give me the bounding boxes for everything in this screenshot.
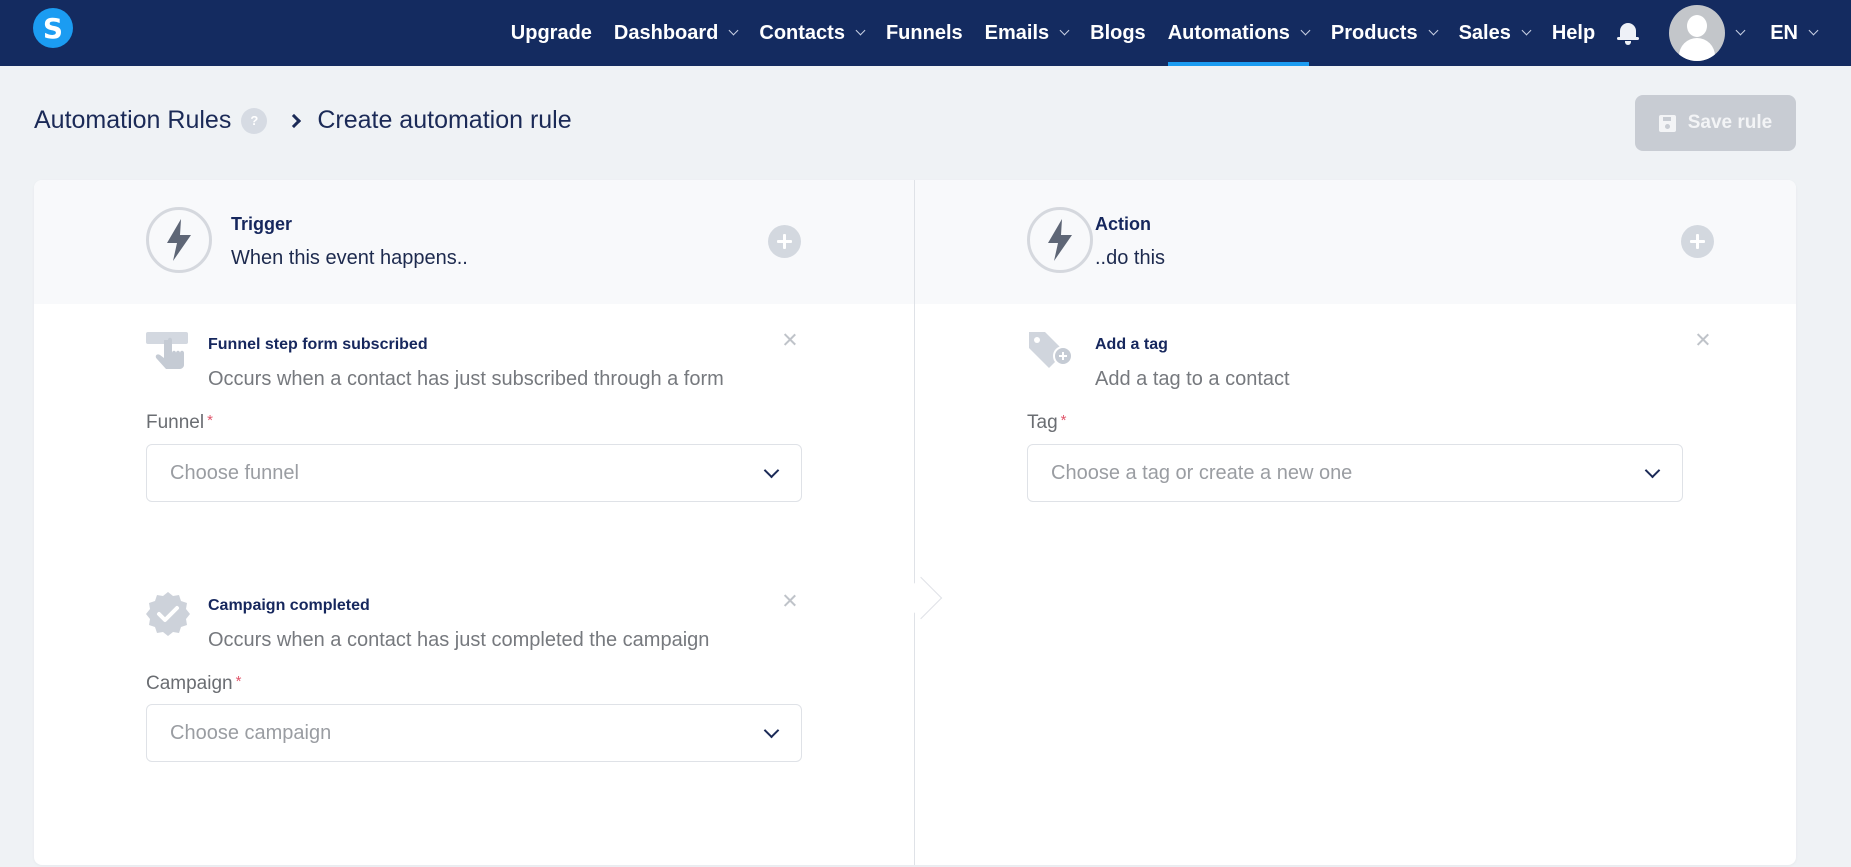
chevron-down-icon [763,722,780,739]
required-marker: * [1060,412,1067,429]
funnel-select[interactable]: Choose funnel [146,444,802,502]
trigger-column: Trigger When this event happens.. Funnel… [34,180,914,865]
trigger-item-title: Campaign completed [208,597,370,614]
help-icon[interactable]: ? [241,107,268,134]
nav-menu: Upgrade Dashboard Contacts Funnels Email… [511,0,1851,66]
nav-item-dashboard[interactable]: Dashboard [613,0,739,66]
chevron-right-icon [287,113,302,128]
required-marker: * [207,412,213,429]
nav-item-help[interactable]: Help [1552,0,1595,66]
chevron-down-icon [1059,25,1070,35]
user-menu[interactable] [1669,5,1746,61]
breadcrumb-parent[interactable]: Automation Rules [34,106,231,135]
breadcrumb: Automation Rules ? Create automation rul… [34,106,572,135]
trigger-item-description: Occurs when a contact has just completed… [208,629,710,651]
tag-label: Tag * [1027,412,1067,433]
save-rule-label: Save rule [1687,112,1773,133]
language-selector[interactable]: EN [1770,0,1819,66]
tag-select-placeholder: Choose a tag or create a new one [1051,461,1353,484]
nav-item-funnels[interactable]: Funnels [886,0,963,66]
trigger-title: Trigger [231,214,293,234]
nav-item-blogs[interactable]: Blogs [1090,0,1146,66]
nav-label: Sales [1458,21,1511,44]
remove-action-icon[interactable] [1695,332,1711,348]
funnel-select-placeholder: Choose funnel [170,461,299,484]
action-title: Action [1095,214,1151,234]
tag-plus-icon [1027,330,1073,374]
campaign-select[interactable]: Choose campaign [146,704,802,762]
add-action-button[interactable] [1681,225,1714,258]
chevron-down-icon [1644,462,1661,479]
add-trigger-button[interactable] [768,225,801,258]
avatar [1669,5,1726,61]
save-rule-button[interactable]: Save rule [1635,95,1796,151]
page-title: Create automation rule [317,106,572,134]
campaign-select-placeholder: Choose campaign [170,721,332,744]
badge-check-icon [146,592,190,636]
remove-trigger-icon[interactable] [782,332,798,348]
nav-item-automations[interactable]: Automations [1167,0,1311,66]
action-item-title: Add a tag [1095,336,1168,353]
nav-item-products[interactable]: Products [1330,0,1439,66]
language-label: EN [1770,21,1798,44]
save-icon [1658,114,1676,132]
required-marker: * [235,673,242,690]
action-column: Action ..do this Add a tag Add a tag to … [915,180,1796,865]
nav-item-emails[interactable]: Emails [984,0,1070,66]
action-item-description: Add a tag to a contact [1095,368,1290,390]
chevron-down-icon [855,25,866,35]
action-subtitle: ..do this [1095,247,1166,269]
nav-label: Emails [984,21,1050,44]
pointer-click-icon [146,330,190,374]
nav-label: Help [1551,21,1596,44]
rule-editor-panel: Trigger When this event happens.. Funnel… [34,180,1796,865]
tag-select[interactable]: Choose a tag or create a new one [1027,444,1683,502]
nav-label: Dashboard [613,21,719,44]
nav-label: Funnels [885,21,963,44]
chevron-down-icon [1428,25,1439,35]
logo[interactable]: S [33,8,73,48]
nav-item-contacts[interactable]: Contacts [759,0,866,66]
remove-trigger-icon[interactable] [782,593,798,609]
nav-label: Upgrade [510,21,592,44]
funnel-label: Funnel * [146,412,213,433]
nav-label: Products [1330,21,1418,44]
trigger-item-description: Occurs when a contact has just subscribe… [208,368,724,390]
lightning-icon [146,207,212,273]
nav-label: Automations [1167,21,1290,44]
nav-item-sales[interactable]: Sales [1458,0,1532,66]
top-navbar: S Upgrade Dashboard Contacts Funnels Ema… [0,0,1851,66]
trigger-subtitle: When this event happens.. [231,247,468,269]
bell-icon[interactable] [1617,21,1640,45]
trigger-header: Trigger When this event happens.. [34,180,914,304]
nav-label: Contacts [759,21,845,44]
nav-label: Blogs [1090,21,1146,44]
trigger-item-title: Funnel step form subscribed [208,336,428,353]
chevron-down-icon [1521,25,1532,35]
nav-item-upgrade[interactable]: Upgrade [511,0,592,66]
chevron-down-icon [728,25,739,35]
campaign-label: Campaign * [146,673,242,694]
lightning-cycle-icon [1027,207,1093,273]
chevron-down-icon [1808,25,1819,35]
chevron-down-icon [763,462,780,479]
chevron-down-icon [1300,25,1311,35]
action-header: Action ..do this [915,180,1796,304]
chevron-down-icon [1735,25,1746,35]
